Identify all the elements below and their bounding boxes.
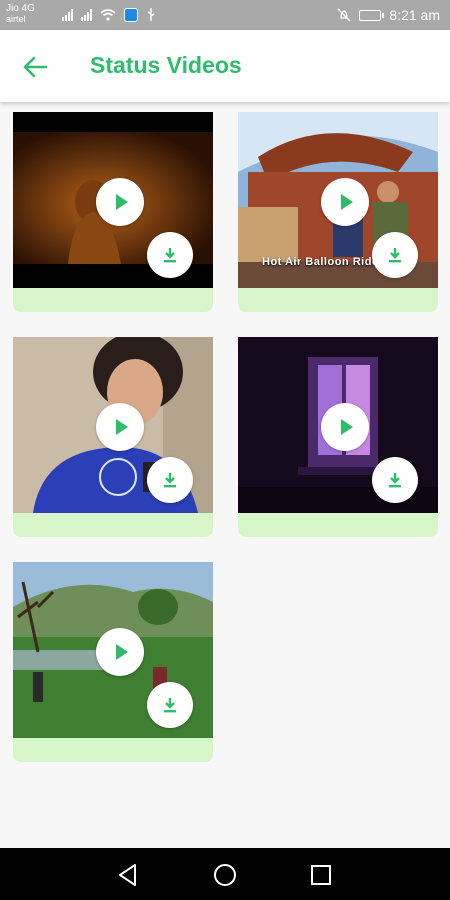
- carrier-labels: Jio 4G airtel: [6, 3, 35, 25]
- download-icon: [164, 473, 176, 488]
- clock: 8:21 am: [389, 7, 440, 23]
- usb-icon: [147, 8, 155, 21]
- back-nav-icon[interactable]: [115, 862, 141, 888]
- download-icon: [389, 473, 401, 488]
- download-icon: [164, 698, 176, 713]
- signal-icon: [62, 9, 73, 21]
- download-icon: [389, 248, 401, 263]
- arrow-back-icon[interactable]: [20, 52, 50, 82]
- play-button[interactable]: [96, 178, 144, 226]
- video-card[interactable]: [13, 562, 213, 762]
- download-button[interactable]: [372, 457, 418, 503]
- app-notification-icon: [124, 8, 138, 22]
- app-bar: Status Videos: [0, 30, 450, 102]
- play-button[interactable]: [96, 628, 144, 676]
- carrier-1: Jio 4G: [6, 3, 35, 14]
- home-nav-icon[interactable]: [212, 862, 238, 888]
- play-button[interactable]: [321, 403, 369, 451]
- video-card[interactable]: [238, 337, 438, 537]
- signal-icon-2: [81, 9, 92, 21]
- mute-icon: [337, 8, 351, 22]
- video-card[interactable]: Hot Air Balloon Ride: [238, 112, 438, 312]
- status-icons-right: 8:21 am: [337, 7, 440, 23]
- page-title: Status Videos: [90, 52, 242, 78]
- video-overlay-text: Hot Air Balloon Ride: [262, 256, 379, 268]
- status-bar: Jio 4G airtel 8:21 am: [0, 0, 450, 30]
- video-card[interactable]: [13, 337, 213, 537]
- play-icon: [116, 194, 128, 210]
- play-icon: [116, 644, 128, 660]
- play-icon: [116, 419, 128, 435]
- play-icon: [341, 419, 353, 435]
- video-card[interactable]: [13, 112, 213, 312]
- carrier-2: airtel: [6, 14, 26, 24]
- play-button[interactable]: [96, 403, 144, 451]
- download-button[interactable]: [147, 682, 193, 728]
- wifi-icon: [100, 9, 116, 21]
- download-button[interactable]: [372, 232, 418, 278]
- recents-nav-icon[interactable]: [308, 862, 334, 888]
- download-button[interactable]: [147, 232, 193, 278]
- system-nav-bar: [0, 848, 450, 900]
- battery-icon: [359, 9, 385, 21]
- play-button[interactable]: [321, 178, 369, 226]
- download-icon: [164, 248, 176, 263]
- download-button[interactable]: [147, 457, 193, 503]
- play-icon: [341, 194, 353, 210]
- status-icons-left: [62, 8, 156, 22]
